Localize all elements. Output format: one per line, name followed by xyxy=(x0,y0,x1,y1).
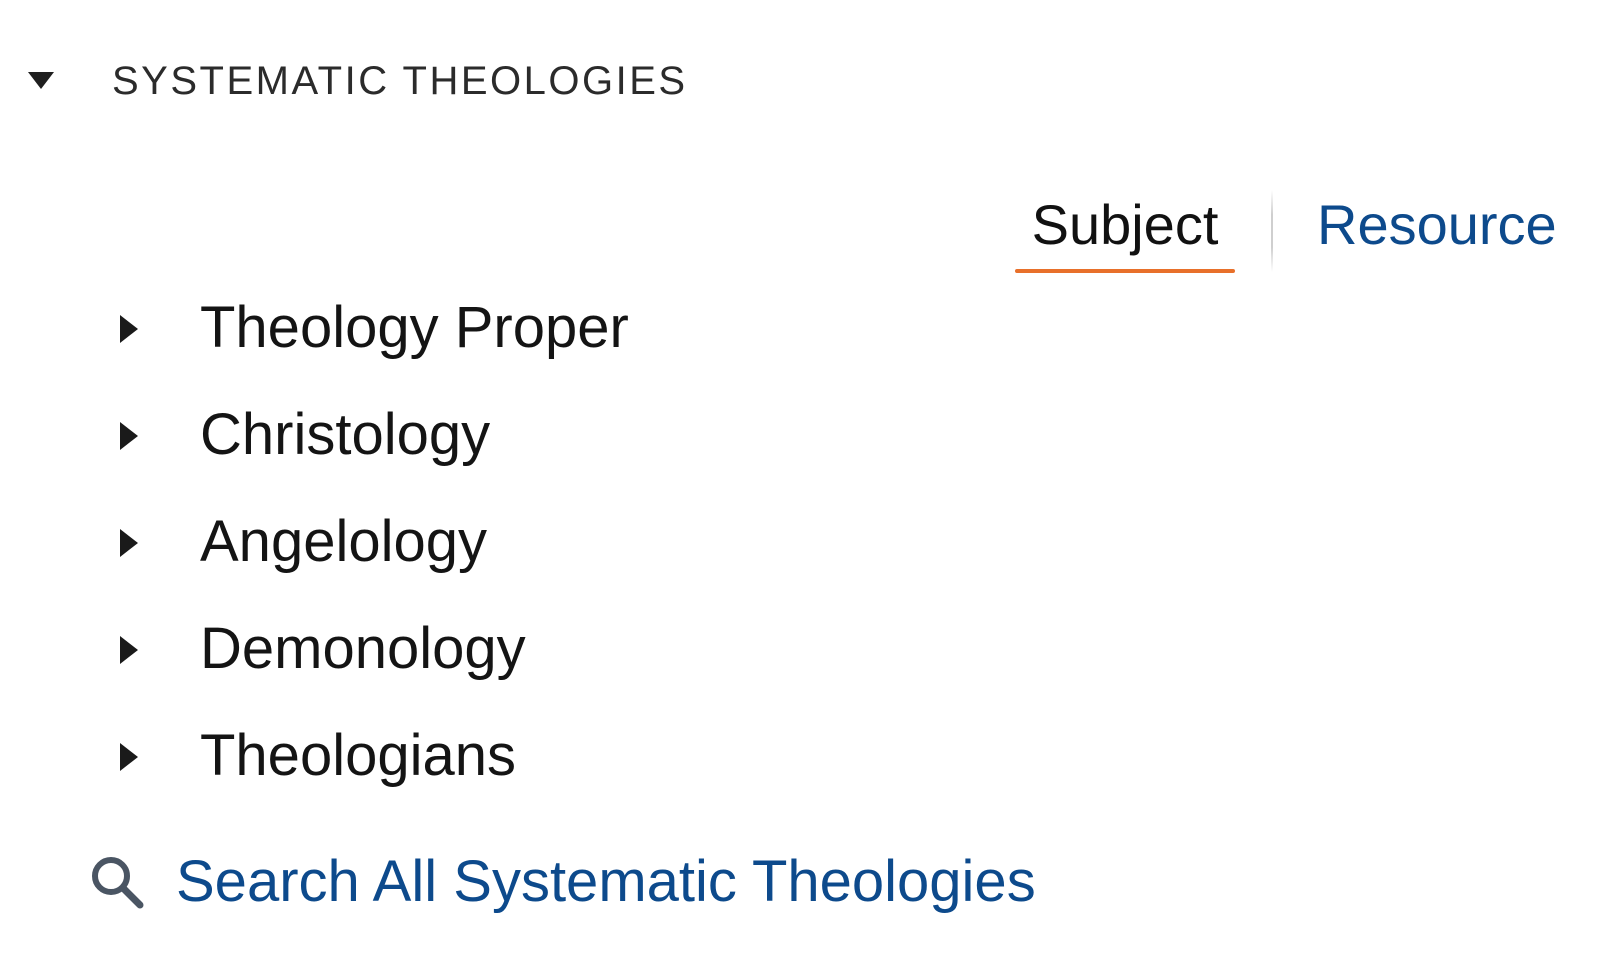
search-all-link[interactable]: Search All Systematic Theologies xyxy=(88,842,1036,922)
caret-right-icon[interactable] xyxy=(120,743,138,771)
caret-right-icon[interactable] xyxy=(120,636,138,664)
systematic-theologies-panel: SYSTEMATIC THEOLOGIES Subject Resource T… xyxy=(0,0,1600,968)
caret-right-icon[interactable] xyxy=(120,315,138,343)
subject-item-theologians[interactable]: Theologians xyxy=(0,718,900,825)
section-title: SYSTEMATIC THEOLOGIES xyxy=(112,59,688,103)
search-icon xyxy=(88,853,146,911)
subject-item-theology-proper[interactable]: Theology Proper xyxy=(0,290,900,397)
tab-subject-label: Subject xyxy=(1031,193,1219,256)
tab-subject[interactable]: Subject xyxy=(1015,186,1235,274)
search-all-label: Search All Systematic Theologies xyxy=(176,849,1036,914)
subject-item-label: Demonology xyxy=(200,616,526,681)
active-tab-indicator xyxy=(1015,269,1235,273)
subject-item-label: Christology xyxy=(200,402,491,467)
tab-resource-label: Resource xyxy=(1317,193,1557,256)
caret-right-icon[interactable] xyxy=(120,529,138,557)
caret-right-icon[interactable] xyxy=(120,422,138,450)
view-tabs: Subject Resource xyxy=(1015,186,1575,274)
subject-item-label: Theology Proper xyxy=(200,295,629,360)
subject-item-label: Theologians xyxy=(200,723,516,788)
subject-item-demonology[interactable]: Demonology xyxy=(0,611,900,718)
caret-down-icon[interactable] xyxy=(28,72,54,89)
subject-item-christology[interactable]: Christology xyxy=(0,397,900,504)
subject-item-angelology[interactable]: Angelology xyxy=(0,504,900,611)
subject-list: Theology Proper Christology Angelology D… xyxy=(0,290,900,825)
tab-resource[interactable]: Resource xyxy=(1317,186,1567,274)
tab-divider xyxy=(1271,190,1273,272)
subject-item-label: Angelology xyxy=(200,509,487,574)
